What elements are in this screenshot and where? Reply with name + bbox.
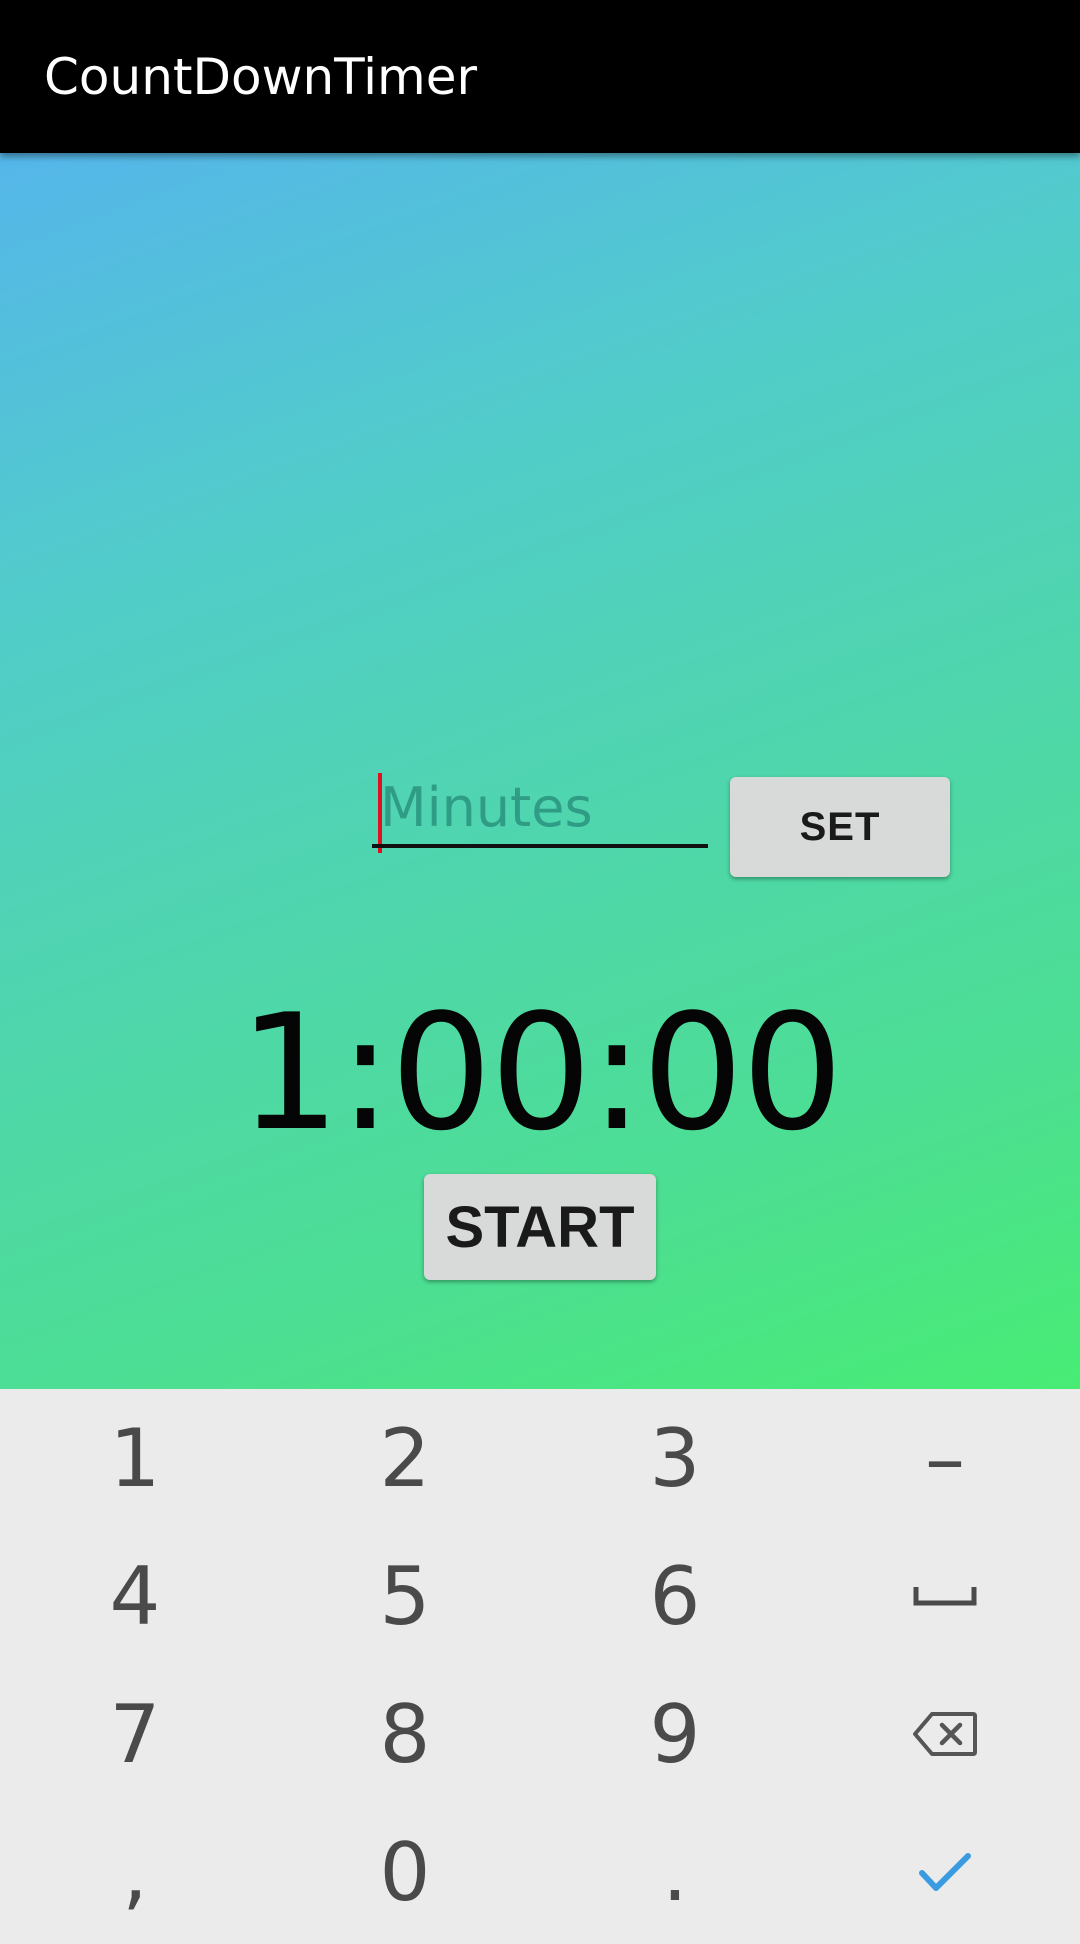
main-content: SET 1:00:00 START: [0, 153, 1080, 1389]
numeric-keyboard: 1 2 3 – 4 5 6 7 8 9 , 0 .: [0, 1389, 1080, 1944]
keyboard-row-2: 4 5 6: [0, 1527, 1080, 1665]
key-6[interactable]: 6: [540, 1527, 810, 1665]
field-underline: [372, 844, 708, 848]
keyboard-row-4: , 0 .: [0, 1803, 1080, 1941]
backspace-icon: [913, 1712, 977, 1756]
minutes-input[interactable]: [380, 771, 706, 843]
key-comma[interactable]: ,: [0, 1803, 270, 1941]
key-0[interactable]: 0: [270, 1803, 540, 1941]
key-minus[interactable]: –: [810, 1389, 1080, 1527]
start-button[interactable]: START: [424, 1174, 656, 1280]
key-9[interactable]: 9: [540, 1665, 810, 1803]
key-period[interactable]: .: [540, 1803, 810, 1941]
keyboard-row-1: 1 2 3 –: [0, 1389, 1080, 1527]
minutes-field[interactable]: [372, 771, 708, 853]
key-done[interactable]: [810, 1803, 1080, 1941]
key-1[interactable]: 1: [0, 1389, 270, 1527]
text-caret: [378, 773, 382, 853]
key-7[interactable]: 7: [0, 1665, 270, 1803]
space-icon: [913, 1587, 977, 1606]
keyboard-row-3: 7 8 9: [0, 1665, 1080, 1803]
key-backspace[interactable]: [810, 1665, 1080, 1803]
key-3[interactable]: 3: [540, 1389, 810, 1527]
key-4[interactable]: 4: [0, 1527, 270, 1665]
app-title: CountDownTimer: [44, 48, 478, 106]
key-5[interactable]: 5: [270, 1527, 540, 1665]
app-bar: CountDownTimer: [0, 0, 1080, 153]
done-check-icon: [919, 1853, 971, 1891]
set-button[interactable]: SET: [730, 777, 950, 877]
key-8[interactable]: 8: [270, 1665, 540, 1803]
key-2[interactable]: 2: [270, 1389, 540, 1527]
timer-display: 1:00:00: [238, 979, 844, 1166]
key-space[interactable]: [810, 1527, 1080, 1665]
